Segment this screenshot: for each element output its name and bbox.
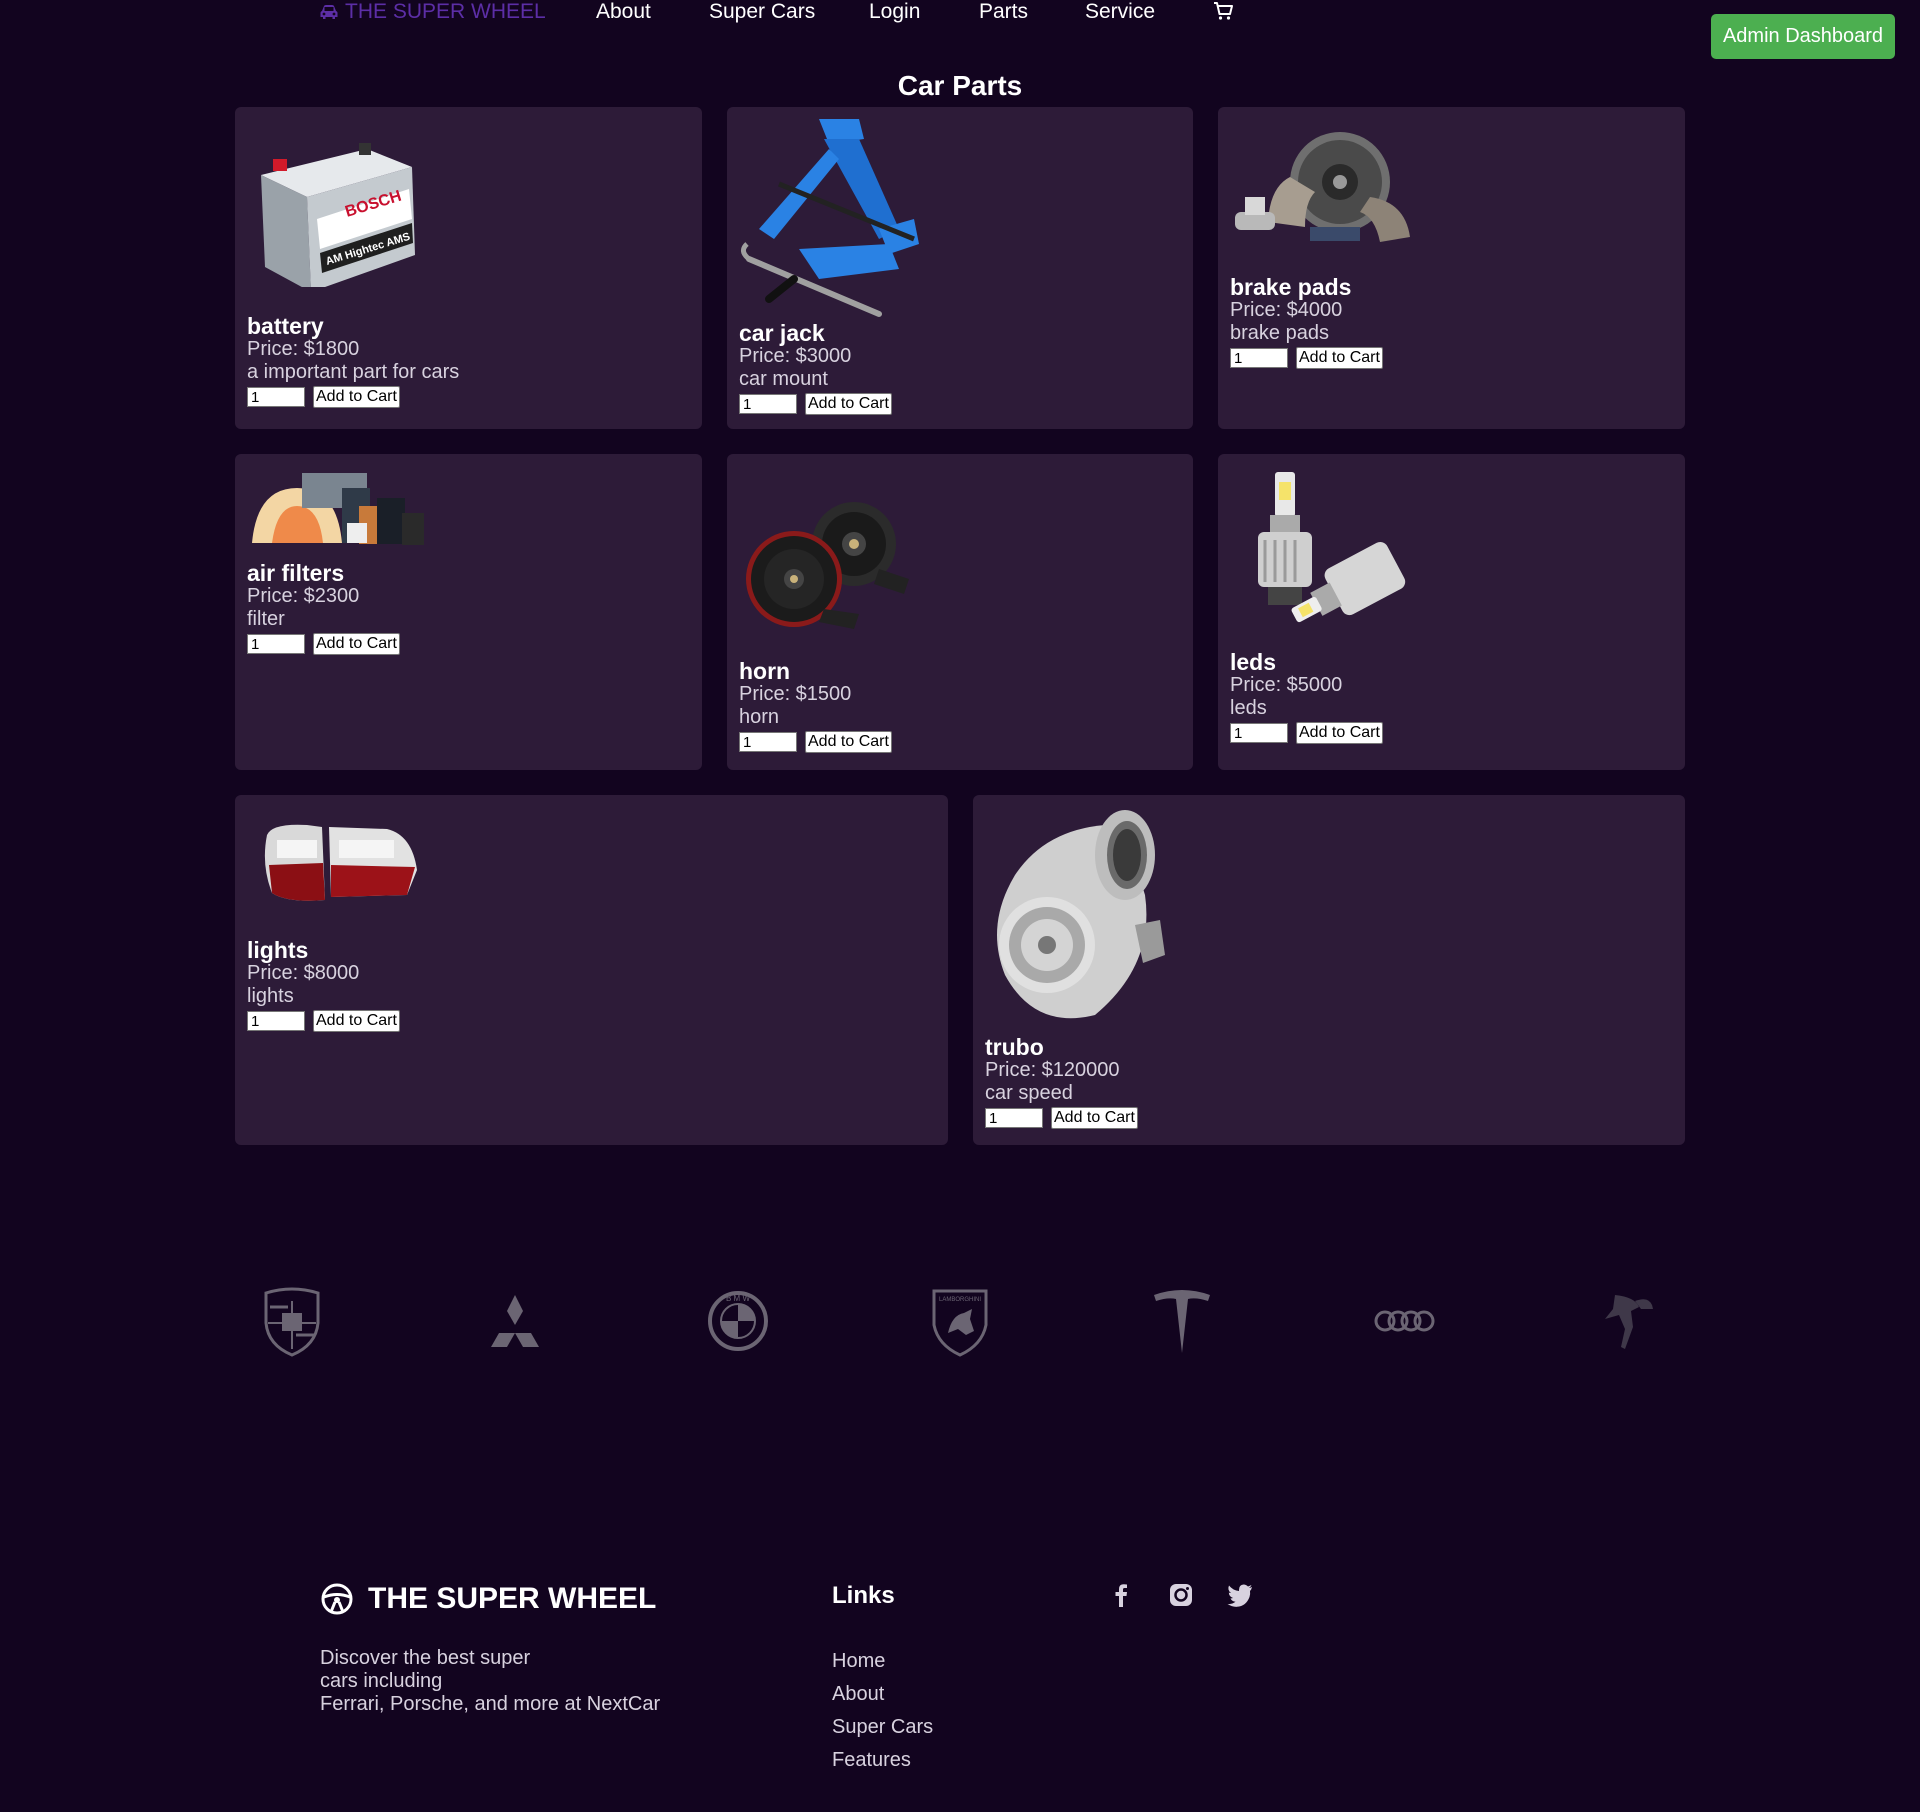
footer-description: Discover the best super cars including F… <box>320 1647 700 1716</box>
product-price: Price: $1500 <box>739 683 852 705</box>
footer-description-line: cars including <box>320 1670 443 1692</box>
product-name: air filters <box>247 560 345 586</box>
nav-link-service[interactable]: Service <box>1085 0 1155 24</box>
product-description: car speed <box>985 1082 1073 1104</box>
product-price: Price: $3000 <box>739 345 852 367</box>
add-to-cart-button[interactable]: Add to Cart <box>313 633 400 655</box>
bmw-logo: B M W <box>708 1291 768 1351</box>
product-name: lights <box>247 937 309 963</box>
product-description: horn <box>739 706 780 728</box>
product-price: Price: $5000 <box>1230 674 1343 696</box>
nav-link-super-cars[interactable]: Super Cars <box>709 0 815 24</box>
car-icon <box>320 5 338 19</box>
horn-image <box>746 502 909 629</box>
product-name: battery <box>247 313 324 339</box>
admin-dashboard-button[interactable]: Admin Dashboard <box>1711 14 1895 59</box>
turbo-image <box>997 810 1165 1019</box>
battery-image: BOSCH AM Hightec AMS <box>261 143 415 287</box>
product-price: Price: $120000 <box>985 1059 1120 1081</box>
footer-brand-name: THE SUPER WHEEL <box>368 1582 657 1615</box>
nav-link-parts[interactable]: Parts <box>979 0 1028 24</box>
product-card-leds: leds Price: $5000 leds Add to Cart <box>1218 454 1685 770</box>
footer-link-features[interactable]: Features <box>832 1749 911 1772</box>
nav-brand-label: THE SUPER WHEEL <box>345 0 546 23</box>
twitter-icon[interactable] <box>1226 1581 1254 1609</box>
svg-text:LAMBORGHINI: LAMBORGHINI <box>939 1297 981 1303</box>
product-name: trubo <box>985 1034 1044 1060</box>
footer-links-title: Links <box>832 1582 895 1609</box>
product-description: a important part for cars <box>247 361 460 383</box>
quantity-input[interactable] <box>1230 348 1288 368</box>
audi-logo <box>1374 1310 1435 1332</box>
add-to-cart-button[interactable]: Add to Cart <box>1296 722 1383 744</box>
lights-image <box>264 824 417 901</box>
product-name: leds <box>1230 649 1277 675</box>
quantity-input[interactable] <box>247 634 305 654</box>
footer-description-line: Ferrari, Porsche, and more at NextCar <box>320 1693 661 1715</box>
product-price: Price: $1800 <box>247 338 360 360</box>
footer-description-line: Discover the best super <box>320 1647 531 1669</box>
quantity-input[interactable] <box>247 387 305 407</box>
footer-link-super-cars[interactable]: Super Cars <box>832 1716 933 1739</box>
footer-link-home[interactable]: Home <box>832 1650 885 1673</box>
add-to-cart-button[interactable]: Add to Cart <box>805 731 892 753</box>
rolls-royce-logo <box>1605 1295 1653 1349</box>
product-card-air-filters: air filters Price: $2300 filter Add to C… <box>235 454 702 770</box>
page-title: Car Parts <box>897 70 1023 101</box>
mitsubishi-logo <box>491 1295 539 1347</box>
product-price: Price: $4000 <box>1230 299 1343 321</box>
add-to-cart-button[interactable]: Add to Cart <box>313 1010 400 1032</box>
product-card-brake-pads: brake pads Price: $4000 brake pads Add t… <box>1218 107 1685 429</box>
nav-link-about[interactable]: About <box>596 0 651 24</box>
leds-image <box>1258 472 1406 623</box>
footer-link-about[interactable]: About <box>832 1683 884 1706</box>
product-name: horn <box>739 658 791 684</box>
air-filters-image <box>252 473 424 545</box>
product-card-car-jack: car jack Price: $3000 car mount Add to C… <box>727 107 1193 429</box>
product-description: filter <box>247 608 285 630</box>
cart-icon[interactable] <box>1212 0 1234 22</box>
product-price: Price: $8000 <box>247 962 360 984</box>
nav-brand[interactable]: THE SUPER WHEEL <box>319 0 546 24</box>
tesla-logo <box>1154 1290 1210 1353</box>
quantity-input[interactable] <box>739 394 797 414</box>
facebook-icon[interactable] <box>1107 1581 1135 1609</box>
top-nav: THE SUPER WHEEL About Super Cars Login P… <box>0 0 1920 60</box>
quantity-input[interactable] <box>985 1108 1043 1128</box>
quantity-input[interactable] <box>739 732 797 752</box>
product-card-battery: BOSCH AM Hightec AMS battery Price: $180… <box>235 107 702 429</box>
product-name: brake pads <box>1230 274 1352 300</box>
add-to-cart-button[interactable]: Add to Cart <box>805 393 892 415</box>
lamborghini-logo: LAMBORGHINI <box>932 1289 988 1357</box>
product-card-trubo: trubo Price: $120000 car speed Add to Ca… <box>973 795 1685 1145</box>
footer-brand[interactable]: THE SUPER WHEEL <box>320 1582 656 1616</box>
add-to-cart-button[interactable]: Add to Cart <box>313 386 400 408</box>
product-card-lights: lights Price: $8000 lights Add to Cart <box>235 795 948 1145</box>
svg-text:B M W: B M W <box>726 1294 750 1303</box>
car-jack-image <box>741 119 919 317</box>
quantity-input[interactable] <box>247 1011 305 1031</box>
product-name: car jack <box>739 320 825 346</box>
product-card-horn: horn Price: $1500 horn Add to Cart <box>727 454 1193 770</box>
add-to-cart-button[interactable]: Add to Cart <box>1051 1107 1138 1129</box>
add-to-cart-button[interactable]: Add to Cart <box>1296 347 1383 369</box>
product-description: brake pads <box>1230 322 1329 344</box>
nav-link-login[interactable]: Login <box>869 0 920 24</box>
steering-wheel-icon <box>321 1583 353 1615</box>
product-description: car mount <box>739 368 828 390</box>
quantity-input[interactable] <box>1230 723 1288 743</box>
instagram-icon[interactable] <box>1167 1581 1195 1609</box>
product-description: leds <box>1230 697 1267 719</box>
product-price: Price: $2300 <box>247 585 360 607</box>
product-description: lights <box>247 985 294 1007</box>
brake-pads-image <box>1235 132 1410 242</box>
porsche-logo <box>264 1287 320 1357</box>
